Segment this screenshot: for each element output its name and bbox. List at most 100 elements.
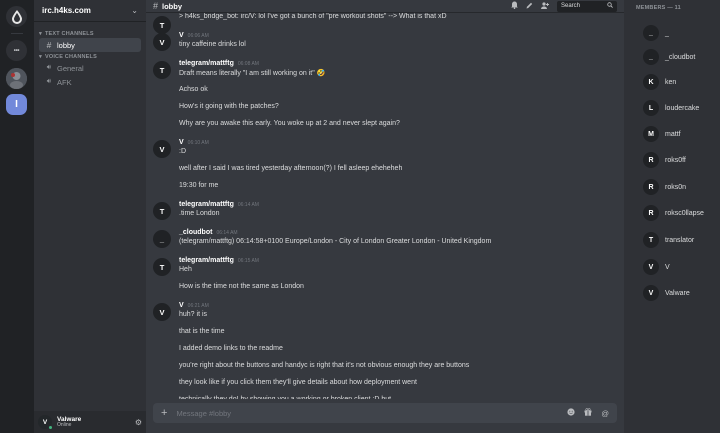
member-item[interactable]: V Valware	[643, 284, 690, 302]
server-irc-h4ks[interactable]: I	[6, 94, 27, 115]
message-text: I added demo links to the readme	[179, 345, 283, 352]
message-text: Heh	[179, 266, 192, 273]
channel-label: lobby	[57, 40, 75, 50]
chat-area: T[m] I've got a bunch of "pre workout sh…	[146, 0, 624, 433]
message-timestamp: 06:21 AM	[187, 303, 209, 309]
message-text: tiny caffeine drinks lol	[179, 41, 246, 48]
hash-icon: #	[46, 40, 52, 50]
member-name: roksc0llapse	[665, 209, 704, 217]
plus-icon[interactable]: +	[161, 407, 167, 419]
gear-icon[interactable]: ⚙	[135, 418, 142, 427]
member-list-header: MEMBERS — 11	[636, 5, 681, 11]
avatar: V	[643, 285, 659, 301]
search-input[interactable]: Search	[557, 0, 617, 12]
message-author[interactable]: telegram/mattftg	[179, 60, 234, 67]
member-item[interactable]: Lloudercake	[643, 99, 699, 117]
avatar: L	[643, 100, 659, 116]
member-item[interactable]: Rroksc0llapse	[643, 204, 704, 222]
member-item[interactable]: VV	[643, 258, 670, 276]
server-more[interactable]: •••	[6, 40, 27, 61]
online-status-icon	[48, 425, 53, 430]
category-text-channels[interactable]: ▾ TEXT CHANNELS	[34, 29, 146, 38]
message-timestamp: 06:06 AM	[187, 33, 209, 39]
bell-icon[interactable]	[511, 1, 518, 11]
message-header: V 06:06 AM	[179, 32, 209, 39]
message-input[interactable]: Message #lobby	[176, 409, 558, 418]
message-list[interactable]: T[m] I've got a bunch of "pre workout sh…	[146, 6, 624, 399]
message-text: How is the time not the same as London	[179, 283, 304, 290]
avatar[interactable]: T	[153, 202, 171, 220]
message-text: How's it going with the patches?	[179, 103, 279, 110]
droplet-logo-icon	[11, 9, 22, 24]
chevron-down-icon: ▾	[39, 30, 42, 37]
message-text: that is the time	[179, 328, 225, 335]
member-item[interactable]: Kken	[643, 73, 676, 91]
category-voice-channels[interactable]: ▾ VOICE CHANNELS	[34, 52, 146, 61]
speaker-icon: 🔊︎	[46, 78, 52, 85]
member-name: _	[665, 29, 669, 37]
message-header: _cloudbot 06:14 AM	[179, 229, 238, 236]
message-author[interactable]: V	[179, 32, 184, 39]
channel-general[interactable]: 🔊︎ General	[39, 61, 141, 75]
user-panel: V Valware Online ⚙	[34, 411, 146, 433]
member-name: roks0n	[665, 183, 687, 191]
message-text: 19:30 for me	[179, 182, 219, 189]
member-name: translator	[665, 236, 695, 244]
member-item[interactable]: _ _	[643, 24, 669, 42]
avatar[interactable]: T	[153, 61, 171, 79]
message-text: well after I said I was tired yesterday …	[179, 165, 403, 172]
message-author[interactable]: V	[179, 302, 184, 309]
avatar[interactable]: V	[153, 33, 171, 51]
member-name: loudercake	[665, 104, 700, 112]
members-icon[interactable]	[541, 1, 549, 11]
message-timestamp: 06:14 AM	[216, 230, 238, 236]
member-name: _cloudbot	[665, 53, 696, 61]
message-header: telegram/mattftg 06:14 AM	[179, 201, 259, 208]
member-item[interactable]: Ttranslator	[643, 231, 694, 249]
message-text: :D	[179, 148, 186, 155]
server-h4ks-logo[interactable]	[6, 6, 27, 27]
message-author[interactable]: telegram/mattftg	[179, 257, 234, 264]
speaker-icon: 🔊︎	[46, 64, 52, 71]
server-header[interactable]: irc.h4ks.com ⌄	[34, 0, 146, 22]
message-text: you're right about the buttons and handy…	[179, 362, 470, 369]
message-author[interactable]: telegram/mattftg	[179, 201, 234, 208]
message-text: Draft means literally "I am still workin…	[179, 70, 326, 77]
avatar[interactable]: V	[153, 303, 171, 321]
avatar: K	[643, 74, 659, 90]
message-header: V 06:21 AM	[179, 302, 209, 309]
avatar[interactable]: _	[153, 230, 171, 248]
message-author[interactable]: V	[179, 139, 184, 146]
message-author[interactable]: _cloudbot	[179, 229, 212, 236]
member-item[interactable]: _ _cloudbot	[643, 48, 695, 66]
avatar[interactable]: V	[153, 140, 171, 158]
avatar[interactable]: V	[38, 415, 53, 430]
avatar: V	[643, 259, 659, 275]
channel-lobby[interactable]: # lobby	[39, 38, 141, 52]
member-name: roks0ff	[665, 156, 686, 164]
gift-icon[interactable]	[584, 408, 592, 418]
message-text: .time London	[179, 210, 220, 217]
message-text: > h4ks_bridge_bot: irc/V: lol I've got a…	[179, 13, 447, 20]
avatar[interactable]: T	[153, 16, 171, 34]
at-mention-icon[interactable]: @	[601, 409, 609, 418]
emoji-icon[interactable]	[567, 408, 575, 418]
avatar-initial: V	[42, 418, 48, 426]
server-avatar[interactable]	[6, 68, 27, 89]
channel-afk[interactable]: 🔊︎ AFK	[39, 75, 141, 89]
member-item[interactable]: Mmattf	[643, 125, 681, 143]
message-composer[interactable]: + Message #lobby @	[153, 403, 617, 423]
member-name: V	[665, 263, 670, 271]
message-timestamp: 06:10 AM	[187, 140, 209, 146]
member-item[interactable]: Rroks0n	[643, 178, 686, 196]
channel-sidebar: irc.h4ks.com ⌄ ▾ TEXT CHANNELS # lobby ▾…	[34, 0, 146, 433]
pencil-icon[interactable]	[526, 2, 533, 11]
message-text: they look like if you click them they'll…	[179, 379, 417, 386]
channel-header: # lobby Search	[146, 0, 624, 13]
avatar: T	[643, 232, 659, 248]
avatar: _	[643, 49, 659, 65]
channel-title: lobby	[162, 1, 183, 11]
member-item[interactable]: Rroks0ff	[643, 151, 686, 169]
hash-icon: #	[153, 1, 159, 11]
avatar[interactable]: T	[153, 258, 171, 276]
